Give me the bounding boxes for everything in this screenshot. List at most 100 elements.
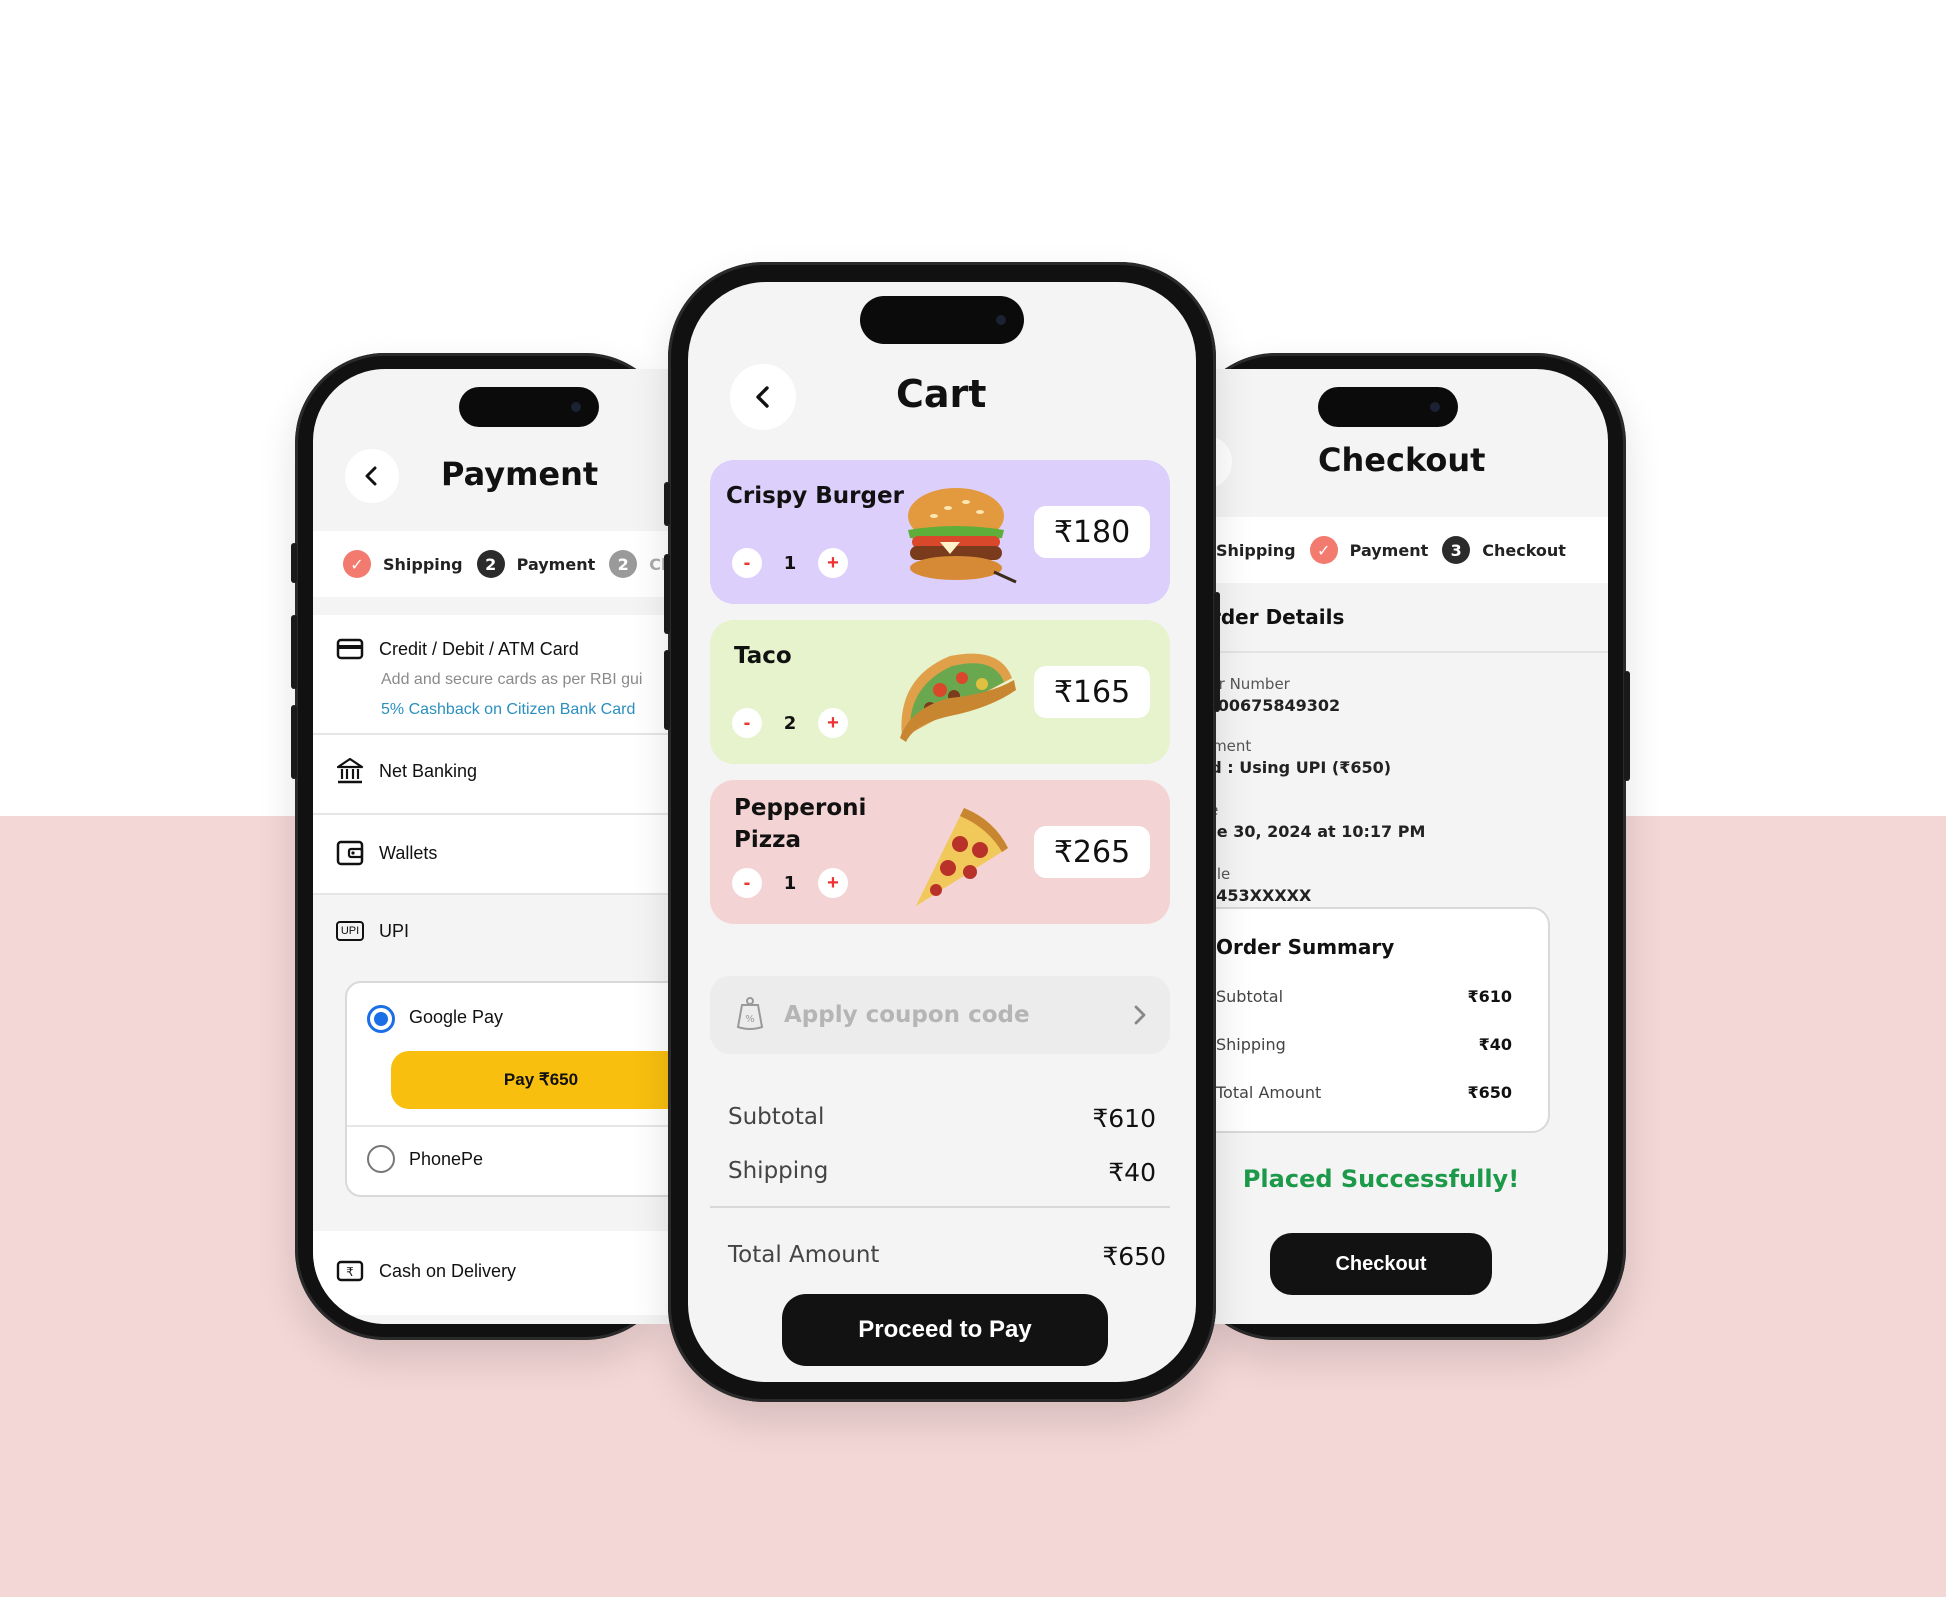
- burger-image: [908, 488, 1017, 584]
- quantity-stepper: - 2 +: [732, 708, 848, 738]
- svg-text:₹: ₹: [346, 1265, 354, 1279]
- step-number: 2: [609, 550, 638, 578]
- phone-action-button: [291, 543, 297, 583]
- google-pay-label: Google Pay: [409, 1007, 504, 1027]
- wallet-icon: [335, 840, 365, 866]
- order-summary-card: Order Summary Subtotal ₹610 Shipping ₹40 T…: [1186, 907, 1550, 1133]
- total-row: Total Amount ₹650: [728, 1242, 1166, 1271]
- upi-options-box: Google Pay Pay ₹650 PhonePe: [345, 981, 675, 1197]
- card-label: Credit / Debit / ATM Card: [379, 638, 579, 659]
- cart-phone: Cart Crispy Burger - 1 + ₹180 Taco - 2 +…: [664, 262, 1220, 1402]
- upi-row[interactable]: UPI UPI: [335, 919, 409, 943]
- success-message: Placed Successfully!: [1242, 1165, 1520, 1193]
- shipping-label: Shipping: [728, 1158, 829, 1184]
- phone-action-button: [664, 482, 670, 526]
- dynamic-island: [1318, 387, 1458, 427]
- page-title: Checkout: [1318, 441, 1486, 479]
- proceed-to-pay-button[interactable]: Proceed to Pay: [782, 1294, 1108, 1366]
- phonepe-label: PhonePe: [409, 1149, 484, 1169]
- increase-quantity-button[interactable]: +: [818, 868, 848, 898]
- chevron-left-icon: [365, 466, 377, 486]
- phone-volume-down-button: [664, 650, 670, 730]
- taco-image: [900, 653, 1016, 742]
- divider: [1186, 651, 1608, 653]
- phonepe-radio[interactable]: [367, 1145, 395, 1173]
- item-name: Taco: [734, 643, 792, 669]
- apply-coupon-row[interactable]: % Apply coupon code: [710, 976, 1170, 1054]
- back-button[interactable]: [345, 449, 399, 503]
- coupon-placeholder: Apply coupon code: [784, 1002, 1030, 1028]
- total-label: Total Amount: [728, 1242, 880, 1268]
- decrease-quantity-button[interactable]: -: [732, 868, 762, 898]
- subtotal-value: ₹610: [1092, 1104, 1156, 1133]
- item-name: Pepperoni Pizza: [734, 795, 867, 853]
- shipping-row: Shipping ₹40: [728, 1158, 1156, 1187]
- date-value: une 30, 2024 at 10:17 PM: [1194, 822, 1426, 841]
- step-payment: ✓ Payment: [1309, 536, 1429, 564]
- phone-volume-down-button: [291, 705, 297, 779]
- cod-label: Cash on Delivery: [379, 1260, 517, 1281]
- checkout-button[interactable]: Checkout: [1270, 1233, 1492, 1295]
- google-pay-radio[interactable]: [367, 1005, 395, 1033]
- increase-quantity-button[interactable]: +: [818, 548, 848, 578]
- svg-text:%: %: [745, 1014, 755, 1025]
- step-label: Payment: [516, 554, 596, 574]
- back-button[interactable]: [730, 364, 796, 430]
- order-summary-heading: Order Summary: [1216, 935, 1395, 959]
- card-option[interactable]: Credit / Debit / ATM Card Add and secure…: [313, 615, 675, 733]
- checkout-phone: Checkout ✓ Shipping ✓ Payment 3 Checkout…: [1186, 353, 1630, 1340]
- cod-row: ₹ Cash on Delivery: [335, 1259, 516, 1283]
- cart-item: Crispy Burger - 1 + ₹180: [710, 460, 1170, 604]
- progress-steps: ✓ Shipping ✓ Payment 3 Checkout: [1186, 517, 1608, 583]
- dynamic-island: [860, 296, 1024, 344]
- step-label: Payment: [1349, 540, 1429, 560]
- coupon-tag-icon: %: [736, 997, 764, 1030]
- step-label: Shipping: [383, 554, 463, 574]
- dynamic-island: [459, 387, 599, 427]
- page-title: Cart: [896, 372, 987, 416]
- subtotal-label: Subtotal: [728, 1104, 825, 1130]
- step-label: Checkout: [1482, 540, 1566, 560]
- payment-phone: Payment ✓ Shipping 2 Payment 2 Chec Cred…: [291, 353, 675, 1340]
- subtotal-row: Subtotal ₹610: [728, 1104, 1156, 1133]
- step-payment: 2 Payment: [476, 550, 596, 578]
- rupee-note-icon: ₹: [335, 1259, 365, 1283]
- step-checkout: 3 Checkout: [1442, 536, 1566, 564]
- decrease-quantity-button[interactable]: -: [732, 708, 762, 738]
- summary-shipping-row: Shipping ₹40: [1216, 1035, 1512, 1054]
- cart-item: Pepperoni Pizza - 1 + ₹265: [710, 780, 1170, 924]
- check-icon: ✓: [1309, 536, 1338, 564]
- quantity-value: 2: [783, 712, 797, 734]
- phone-power-button: [1214, 592, 1220, 712]
- chevron-right-icon: [1134, 1005, 1146, 1025]
- chevron-left-icon: [756, 386, 769, 408]
- checkout-screen: Checkout ✓ Shipping ✓ Payment 3 Checkout…: [1186, 369, 1608, 1324]
- cashback-offer-link[interactable]: 5% Cashback on Citizen Bank Card: [381, 701, 635, 719]
- step-label: Shipping: [1216, 540, 1296, 560]
- step-number: 2: [476, 550, 505, 578]
- increase-quantity-button[interactable]: +: [818, 708, 848, 738]
- cash-on-delivery-option[interactable]: ₹ Cash on Delivery: [313, 1231, 675, 1315]
- decrease-quantity-button[interactable]: -: [732, 548, 762, 578]
- item-price: ₹165: [1034, 666, 1150, 718]
- quantity-stepper: - 1 +: [732, 548, 848, 578]
- pizza-image: [916, 808, 1008, 906]
- wallets-row: Wallets: [335, 840, 437, 866]
- phone-power-button: [1624, 671, 1630, 781]
- step-number: 3: [1442, 536, 1471, 564]
- check-icon: ✓: [343, 550, 371, 578]
- wallets-option[interactable]: Wallets: [313, 815, 675, 893]
- summary-subtotal-row: Subtotal ₹610: [1216, 987, 1512, 1006]
- item-name: Crispy Burger: [726, 483, 904, 509]
- item-price: ₹265: [1034, 826, 1150, 878]
- payment-screen: Payment ✓ Shipping 2 Payment 2 Chec Cred…: [313, 369, 675, 1324]
- bank-icon: [335, 757, 365, 784]
- page-title: Payment: [441, 455, 599, 493]
- item-price: ₹180: [1034, 506, 1150, 558]
- pay-button[interactable]: Pay ₹650: [391, 1051, 675, 1109]
- cart-screen: Cart Crispy Burger - 1 + ₹180 Taco - 2 +…: [688, 282, 1196, 1382]
- upi-icon: UPI: [335, 919, 365, 943]
- net-banking-option[interactable]: Net Banking: [313, 735, 675, 813]
- cart-item: Taco - 2 + ₹165: [710, 620, 1170, 764]
- payment-value: aid : Using UPI (₹650): [1194, 758, 1392, 777]
